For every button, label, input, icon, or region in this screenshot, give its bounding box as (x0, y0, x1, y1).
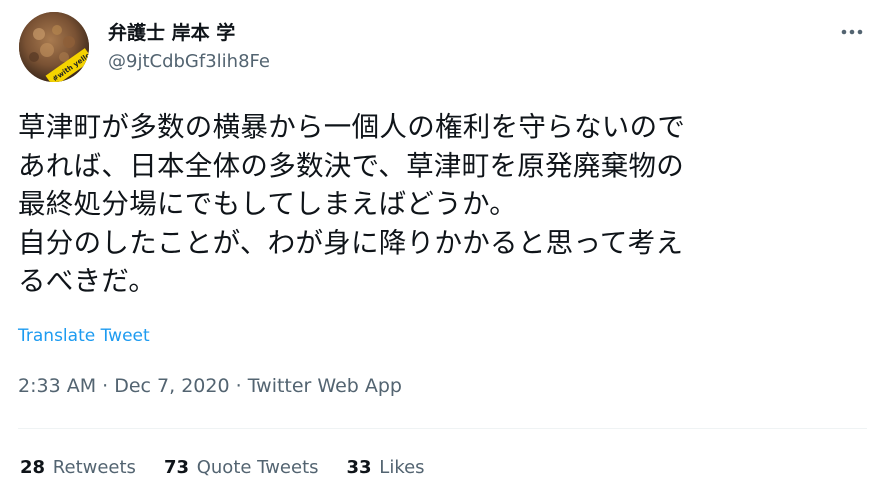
likes-count: 33 (346, 457, 372, 478)
translate-tweet-link[interactable]: Translate Tweet (18, 326, 150, 346)
tweet-card: #with yellow 弁護士 岸本 学 @9jtCdbGf3lih8Fe 草… (0, 0, 885, 501)
divider (18, 428, 867, 429)
tweet-date[interactable]: Dec 7, 2020 (114, 375, 229, 397)
more-dots-icon (841, 29, 863, 35)
meta-separator: · (229, 375, 248, 397)
retweets-stat[interactable]: 28 Retweets (20, 457, 136, 478)
retweets-count: 28 (20, 457, 46, 478)
avatar-photo-icon: #with yellow (19, 12, 89, 82)
quote-tweets-label: Quote Tweets (196, 457, 319, 478)
avatar[interactable]: #with yellow (19, 12, 89, 82)
tweet-text: 草津町が多数の横暴から一個人の権利を守らないので あれば、日本全体の多数決で、草… (18, 111, 686, 297)
quote-tweets-count: 73 (163, 457, 189, 478)
meta-separator: · (96, 375, 115, 397)
likes-stat[interactable]: 33 Likes (347, 457, 425, 478)
author-display-name[interactable]: 弁護士 岸本 学 (108, 18, 235, 45)
tweet-source[interactable]: Twitter Web App (248, 375, 402, 397)
engagement-stats: 28 Retweets 73 Quote Tweets 33 Likes (20, 457, 453, 478)
quote-tweets-stat[interactable]: 73 Quote Tweets (164, 457, 319, 478)
tweet-time[interactable]: 2:33 AM (18, 375, 96, 397)
retweets-label: Retweets (52, 457, 136, 478)
author-handle[interactable]: @9jtCdbGf3lih8Fe (108, 51, 270, 72)
likes-label: Likes (379, 457, 425, 478)
tweet-metadata: 2:33 AM · Dec 7, 2020 · Twitter Web App (18, 375, 402, 397)
more-options-button[interactable] (832, 22, 872, 42)
